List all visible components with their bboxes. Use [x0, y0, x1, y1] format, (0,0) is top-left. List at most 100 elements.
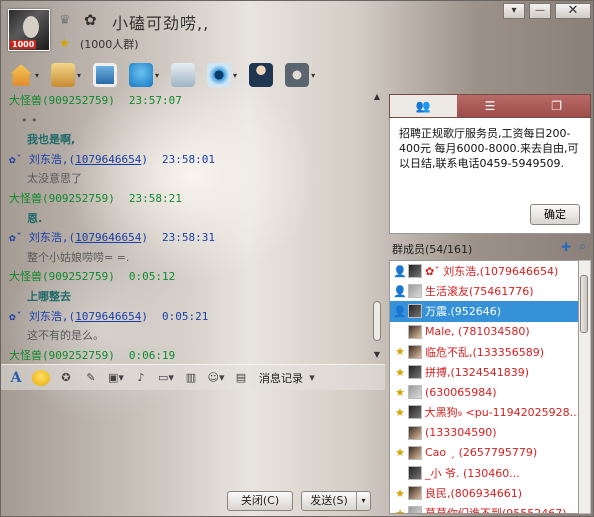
chat-sender-line: 大怪兽(909252759) 23:58:21	[9, 189, 369, 209]
member-row[interactable]: 👤 万震.(952646)	[390, 301, 578, 322]
member-list[interactable]: 👤 ✿ˇ 刘东浩,(1079646654) 👤 生活滚友(75461776) 👤 万震.(…	[389, 260, 579, 514]
chat-scrollbar[interactable]: ▲ ▼	[370, 91, 384, 361]
message-history-button[interactable]: 消息记录	[259, 370, 303, 386]
member-avatar	[408, 324, 422, 339]
settings-button[interactable]: ▾	[285, 63, 315, 87]
member-row[interactable]: ★ (630065984)	[390, 382, 578, 402]
panel-tabs: 👥 ☰ ❐	[389, 94, 591, 118]
group-name[interactable]: 小磕可劲唠,,	[112, 10, 209, 34]
member-row[interactable]: Male, (781034580)	[390, 322, 578, 342]
sender-id-link[interactable]: 1079646654	[75, 153, 141, 166]
chat-window: 1000 ♛ ✿ 小磕可劲唠,, ★ (1000人群) ▾ — ✕ ▾ ▾ ▾ …	[0, 0, 594, 517]
star-icon: ★	[394, 405, 405, 419]
star-icon: ★	[395, 506, 405, 514]
member-row[interactable]: ★ 莫莫你们谁不到(95552467)	[390, 503, 578, 514]
add-app-button[interactable]	[171, 63, 196, 87]
member-row[interactable]: ★ Cao ˏ (2657795779)	[390, 443, 578, 463]
message-time: 23:58:21	[128, 191, 182, 205]
chat-sender-line: ✿ˇ 刘东浩,(1079646654) 0:05:21	[9, 307, 369, 327]
scroll-up-arrow[interactable]: ▲	[370, 91, 384, 103]
member-name: 大黑狗₉ <pu-11942025928...	[424, 406, 578, 420]
close-window-button[interactable]: ✕	[555, 3, 591, 19]
sender-name[interactable]: 大怪兽(909252759)	[9, 349, 115, 362]
tab-list[interactable]: ☰	[457, 95, 524, 117]
album-icon	[93, 63, 118, 87]
chevron-down-icon: ▾	[77, 70, 82, 80]
member-scrollbar[interactable]	[579, 260, 591, 514]
add-member-icon[interactable]: ✚	[561, 240, 571, 254]
font-button[interactable]: A	[7, 369, 25, 387]
screenshot-icon[interactable]: ✎	[82, 369, 100, 387]
chat-scroll-thumb[interactable]	[373, 301, 381, 341]
home-button[interactable]: ▾	[9, 63, 39, 87]
voice-button[interactable]: ▾	[129, 63, 159, 87]
member-row[interactable]: _小 爷. (130460...	[390, 463, 578, 483]
member-name: 拼搏,(1324541839)	[425, 366, 530, 380]
member-row[interactable]: ★ 拼搏,(1324541839)	[390, 362, 578, 382]
member-avatar	[408, 425, 422, 440]
member-row[interactable]: ★ 大黑狗₉ <pu-11942025928...	[390, 402, 578, 422]
manager-button[interactable]	[249, 63, 274, 87]
member-avatar	[408, 344, 422, 359]
chat-sender-line: 大怪兽(909252759) 0:05:12	[9, 267, 369, 287]
sender-name[interactable]: ✿ˇ 刘东浩,(	[9, 231, 75, 244]
member-row[interactable]: 👤 ✿ˇ 刘东浩,(1079646654)	[390, 261, 578, 281]
members-header: 群成员(54/161) ✚ ⌕	[389, 238, 591, 258]
tab-windows[interactable]: ❐	[523, 95, 590, 117]
member-name: Cao ˏ (2657795779)	[425, 446, 538, 460]
sender-id-link[interactable]: 1079646654	[75, 310, 141, 323]
chat-history[interactable]: 大怪兽(909252759) 23:57:07 • • 我也是啊, ✿ˇ 刘东浩,(10…	[1, 91, 385, 364]
scroll-down-arrow[interactable]: ▼	[370, 349, 384, 361]
screen-share-icon[interactable]: ▭▾	[157, 369, 175, 387]
chat-message: • •	[21, 113, 38, 127]
member-row[interactable]: ★ 临危不乱,(133356589)	[390, 342, 578, 362]
confirm-button[interactable]: 确定	[530, 204, 580, 225]
admin-icon: 👤	[393, 284, 407, 298]
folder-icon	[51, 63, 76, 87]
send-button[interactable]: 发送(S) ▾	[301, 491, 371, 511]
sender-name[interactable]: 大怪兽(909252759)	[9, 270, 115, 283]
group-avatar[interactable]: 1000	[8, 9, 50, 51]
minimize-button[interactable]: —	[529, 3, 551, 19]
chevron-down-icon[interactable]: ▾	[303, 369, 321, 387]
member-avatar	[408, 486, 422, 501]
chart-icon[interactable]: ▥	[182, 369, 200, 387]
member-avatar	[408, 304, 422, 319]
search-icon[interactable]: ⌕	[579, 239, 586, 254]
star-icon: ★	[395, 385, 405, 399]
magic-emoji-icon[interactable]: ✪	[57, 369, 75, 387]
sender-id-link[interactable]: 1079646654	[75, 231, 141, 244]
star-icon: ★	[395, 446, 405, 460]
image-icon[interactable]: ▣▾	[107, 369, 125, 387]
sender-suffix: )	[141, 309, 148, 323]
message-input[interactable]	[1, 390, 385, 486]
music-icon[interactable]: ♪	[132, 369, 150, 387]
album-button[interactable]	[93, 63, 118, 87]
gift-icon[interactable]: ☺▾	[207, 369, 225, 387]
flower-icon: ✿	[84, 11, 97, 29]
chat-message: 整个小姑娘唠唠= =.	[27, 250, 130, 264]
window-menu-button[interactable]: ▾	[503, 3, 525, 19]
sender-name[interactable]: 大怪兽(909252759)	[9, 94, 115, 107]
message-time: 23:57:07	[128, 94, 182, 107]
sender-name[interactable]: 大怪兽(909252759)	[9, 192, 115, 205]
member-scroll-thumb[interactable]	[580, 275, 588, 333]
member-name: ✿ˇ 刘东浩,(1079646654)	[425, 265, 559, 279]
manager-icon	[249, 63, 274, 87]
sender-name[interactable]: ✿ˇ 刘东浩,(	[9, 153, 75, 166]
chat-lines: 大怪兽(909252759) 23:57:07 • • 我也是啊, ✿ˇ 刘东浩,(10…	[9, 91, 369, 364]
member-avatar	[408, 506, 422, 513]
chat-message: 我也是啊,	[27, 133, 76, 147]
member-row[interactable]: (133304590)	[390, 423, 578, 443]
sender-name[interactable]: ✿ˇ 刘东浩,(	[9, 310, 75, 323]
member-row[interactable]: ★ 良民,(806934661)	[390, 483, 578, 503]
chevron-down-icon[interactable]: ▾	[356, 492, 370, 510]
member-name: (630065984)	[425, 385, 497, 399]
video-button[interactable]: ▾	[207, 63, 237, 87]
shared-files-button[interactable]: ▾	[51, 63, 81, 87]
emoji-button[interactable]	[32, 369, 50, 386]
member-row[interactable]: 👤 生活滚友(75461776)	[390, 281, 578, 301]
chat-sender-line: ✿ˇ 刘东浩,(1079646654) 23:58:01	[9, 150, 369, 170]
tab-members[interactable]: 👥	[390, 95, 457, 117]
close-button[interactable]: 关闭(C)	[227, 491, 293, 511]
